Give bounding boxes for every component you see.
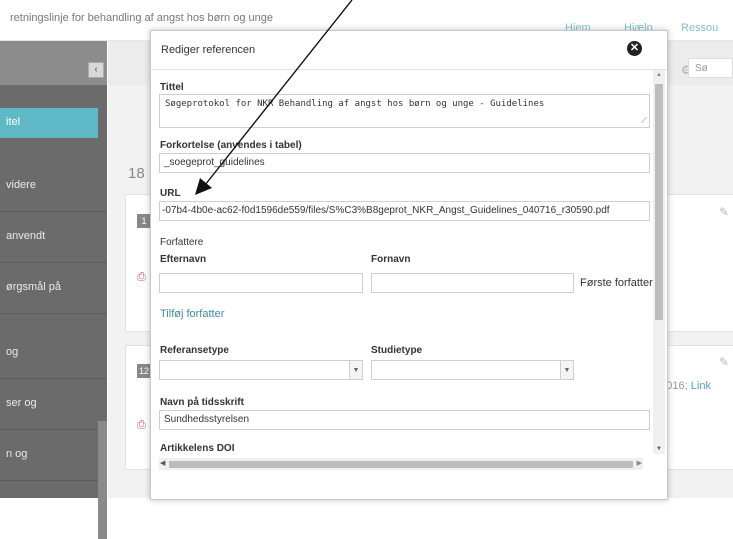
annotation-arrow [195,0,353,195]
